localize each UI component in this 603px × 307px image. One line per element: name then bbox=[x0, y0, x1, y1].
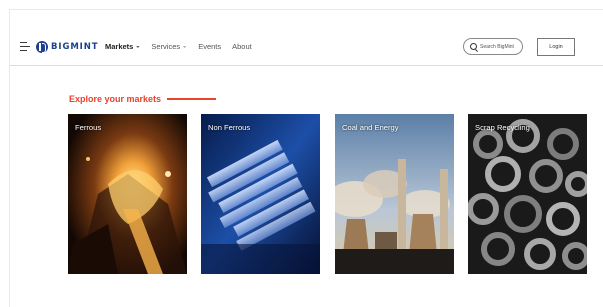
bigmint-logo-icon bbox=[36, 40, 48, 53]
search-placeholder: Search BigMint bbox=[480, 43, 514, 50]
search-icon bbox=[470, 43, 477, 50]
search-input[interactable]: Search BigMint bbox=[463, 38, 523, 55]
card-label: Non Ferrous bbox=[208, 123, 251, 132]
bigmint-logo[interactable]: BIGMINT bbox=[36, 40, 98, 53]
nav-item-label: About bbox=[232, 42, 252, 51]
heading-underline bbox=[167, 98, 217, 100]
chevron-down-icon: ⌄ bbox=[182, 43, 188, 50]
card-label: Scrap Recycling bbox=[475, 123, 530, 132]
hamburger-menu-icon[interactable] bbox=[20, 42, 30, 52]
site-header: BIGMINT Markets ⌄ Services ⌄ Events Abou… bbox=[10, 10, 603, 66]
chevron-down-icon: ⌄ bbox=[135, 43, 141, 50]
nav-item-about[interactable]: About bbox=[232, 42, 252, 51]
nav-item-markets[interactable]: Markets ⌄ bbox=[105, 42, 140, 51]
market-card-scrap-recycling[interactable]: Scrap Recycling bbox=[468, 114, 587, 274]
scrap-recycling-image bbox=[468, 114, 587, 274]
nav-item-events[interactable]: Events bbox=[198, 42, 221, 51]
logo-text: BIGMINT bbox=[51, 41, 99, 52]
page-frame: BIGMINT Markets ⌄ Services ⌄ Events Abou… bbox=[9, 9, 603, 307]
market-card-coal-and-energy[interactable]: Coal and Energy bbox=[335, 114, 454, 274]
non-ferrous-image bbox=[201, 114, 320, 274]
nav-item-label: Markets bbox=[105, 42, 134, 51]
nav-item-label: Events bbox=[198, 42, 222, 51]
market-card-non-ferrous[interactable]: Non Ferrous bbox=[201, 114, 320, 274]
section-heading: Explore your markets bbox=[69, 94, 217, 104]
coal-and-energy-image bbox=[335, 114, 454, 274]
main-nav: Markets ⌄ Services ⌄ Events About bbox=[105, 42, 263, 51]
card-label: Coal and Energy bbox=[342, 123, 399, 132]
market-card-ferrous[interactable]: Ferrous bbox=[68, 114, 187, 274]
section-title: Explore your markets bbox=[69, 94, 162, 104]
ferrous-image bbox=[68, 114, 187, 274]
nav-item-services[interactable]: Services ⌄ bbox=[151, 42, 187, 51]
login-button[interactable]: Login bbox=[537, 38, 575, 56]
nav-item-label: Services bbox=[151, 42, 181, 51]
card-label: Ferrous bbox=[75, 123, 102, 132]
